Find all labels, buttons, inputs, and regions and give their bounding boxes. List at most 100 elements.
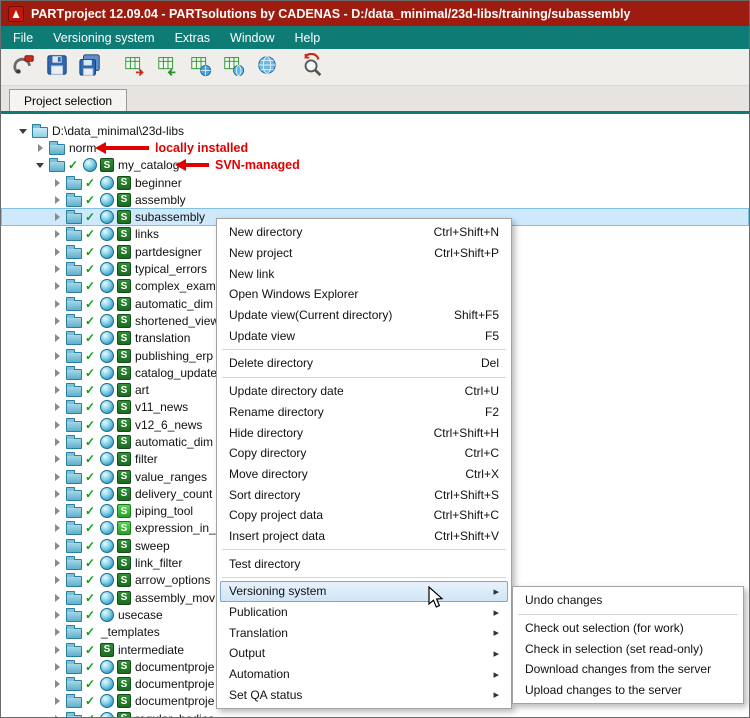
context-menu-item-update-view-current-directory[interactable]: Update view(Current directory) Shift+F5 — [220, 305, 508, 326]
chevron-collapsed-icon[interactable] — [36, 143, 46, 153]
chevron-collapsed-icon[interactable] — [53, 610, 63, 620]
context-menu-item-delete-directory[interactable]: Delete directory Del — [220, 353, 508, 374]
table-web-button[interactable] — [187, 53, 215, 81]
chevron-collapsed-icon[interactable] — [53, 593, 63, 603]
save-all-icon — [78, 53, 102, 82]
check-icon: ✓ — [85, 244, 96, 259]
context-menu-item-automation[interactable]: Automation ▸ — [220, 664, 508, 685]
chevron-collapsed-icon[interactable] — [53, 472, 63, 482]
chevron-collapsed-icon[interactable] — [53, 696, 63, 706]
context-menu-item-update-directory-date[interactable]: Update directory date Ctrl+U — [220, 381, 508, 402]
chevron-collapsed-icon[interactable] — [53, 575, 63, 585]
submenu-item-upload-changes-to-the-server[interactable]: Upload changes to the server — [516, 680, 740, 701]
submenu-item-download-changes-from-the-server[interactable]: Download changes from the server — [516, 659, 740, 680]
chevron-expanded-icon[interactable] — [19, 126, 29, 136]
context-menu-item-new-project[interactable]: New project Ctrl+Shift+P — [220, 243, 508, 264]
chevron-collapsed-icon[interactable] — [53, 714, 63, 717]
context-menu-item-copy-directory[interactable]: Copy directory Ctrl+C — [220, 443, 508, 464]
chevron-collapsed-icon[interactable] — [53, 402, 63, 412]
menu-extras[interactable]: Extras — [165, 26, 220, 49]
context-menu-item-sort-directory[interactable]: Sort directory Ctrl+Shift+S — [220, 484, 508, 505]
tree-item-regular_bodies[interactable]: ✓ Sregular_bodies — [1, 710, 749, 717]
chevron-collapsed-icon[interactable] — [53, 195, 63, 205]
chevron-collapsed-icon[interactable] — [53, 454, 63, 464]
folder-icon — [66, 573, 82, 588]
table-sync-green-button[interactable] — [154, 53, 182, 81]
context-menu-item-publication[interactable]: Publication ▸ — [220, 602, 508, 623]
tree-item-label: art — [135, 383, 150, 398]
globe-icon — [100, 279, 114, 294]
tree-item-d-data_minimal-23d-libs[interactable]: D:\data_minimal\23d-libs — [1, 122, 749, 139]
chevron-collapsed-icon[interactable] — [53, 558, 63, 568]
chevron-collapsed-icon[interactable] — [53, 368, 63, 378]
check-icon: ✓ — [85, 625, 96, 640]
folder-icon — [66, 383, 82, 398]
menu-shortcut: Ctrl+Shift+V — [434, 528, 499, 543]
chevron-collapsed-icon[interactable] — [53, 420, 63, 430]
table-sync-red-button[interactable] — [121, 53, 149, 81]
tree-item-my_catalog[interactable]: ✓ Smy_catalog — [1, 157, 749, 174]
context-menu-item-new-link[interactable]: New link — [220, 263, 508, 284]
chevron-collapsed-icon[interactable] — [53, 523, 63, 533]
save-button[interactable] — [43, 53, 71, 81]
tree-item-beginner[interactable]: ✓ Sbeginner — [1, 174, 749, 191]
chevron-collapsed-icon[interactable] — [53, 247, 63, 257]
search-project-button[interactable] — [298, 52, 326, 81]
context-menu-item-translation[interactable]: Translation ▸ — [220, 622, 508, 643]
chevron-collapsed-icon[interactable] — [53, 541, 63, 551]
chevron-collapsed-icon[interactable] — [53, 662, 63, 672]
context-menu-item-hide-directory[interactable]: Hide directory Ctrl+Shift+H — [220, 422, 508, 443]
chevron-collapsed-icon[interactable] — [53, 679, 63, 689]
menu-help[interactable]: Help — [285, 26, 331, 49]
chevron-collapsed-icon[interactable] — [53, 178, 63, 188]
tree-item-label: beginner — [135, 175, 182, 190]
chevron-collapsed-icon[interactable] — [53, 299, 63, 309]
tree-item-label: shortened_view — [135, 313, 220, 328]
partproject-tool-button[interactable] — [10, 53, 38, 81]
tree-item-label: v11_news — [135, 400, 189, 415]
context-menu-item-test-directory[interactable]: Test directory — [220, 553, 508, 574]
submenu-arrow-icon: ▸ — [493, 647, 499, 660]
folder-icon — [66, 400, 82, 415]
submenu-item-check-out-selection-for-work[interactable]: Check out selection (for work) — [516, 618, 740, 639]
menu-versioning-system[interactable]: Versioning system — [43, 26, 164, 49]
chevron-collapsed-icon[interactable] — [53, 645, 63, 655]
chevron-expanded-icon[interactable] — [36, 160, 46, 170]
chevron-collapsed-icon[interactable] — [53, 385, 63, 395]
tree-item-label: subassembly — [135, 210, 206, 225]
context-menu-item-versioning-system[interactable]: Versioning system ▸ — [220, 581, 508, 602]
chevron-collapsed-icon[interactable] — [53, 437, 63, 447]
chevron-collapsed-icon[interactable] — [53, 264, 63, 274]
chevron-collapsed-icon[interactable] — [53, 506, 63, 516]
context-menu-item-move-directory[interactable]: Move directory Ctrl+X — [220, 464, 508, 485]
menu-window[interactable]: Window — [220, 26, 284, 49]
chevron-collapsed-icon[interactable] — [53, 627, 63, 637]
context-menu-item-output[interactable]: Output ▸ — [220, 643, 508, 664]
tab-project-selection[interactable]: Project selection — [9, 89, 128, 111]
submenu-item-check-in-selection-set-read-only[interactable]: Check in selection (set read-only) — [516, 638, 740, 659]
chevron-collapsed-icon[interactable] — [53, 316, 63, 326]
context-menu-item-update-view[interactable]: Update view F5 — [220, 325, 508, 346]
chevron-collapsed-icon[interactable] — [53, 351, 63, 361]
context-menu-item-copy-project-data[interactable]: Copy project data Ctrl+Shift+C — [220, 505, 508, 526]
menu-file[interactable]: File — [3, 26, 43, 49]
context-menu-item-rename-directory[interactable]: Rename directory F2 — [220, 402, 508, 423]
context-menu-item-insert-project-data[interactable]: Insert project data Ctrl+Shift+V — [220, 526, 508, 547]
save-all-button[interactable] — [76, 53, 104, 81]
chevron-collapsed-icon[interactable] — [53, 333, 63, 343]
chevron-collapsed-icon[interactable] — [53, 489, 63, 499]
menu-shortcut: Ctrl+Shift+H — [433, 425, 499, 440]
context-menu-item-set-qa-status[interactable]: Set QA status ▸ — [220, 684, 508, 705]
table-globe-button[interactable] — [220, 53, 248, 81]
check-icon: ✓ — [85, 504, 96, 519]
chevron-collapsed-icon[interactable] — [53, 281, 63, 291]
context-menu-item-new-directory[interactable]: New directory Ctrl+Shift+N — [220, 222, 508, 243]
chevron-collapsed-icon[interactable] — [53, 229, 63, 239]
tree-item-assembly[interactable]: ✓ Sassembly — [1, 191, 749, 208]
submenu-item-undo-changes[interactable]: Undo changes — [516, 590, 740, 611]
globe-button[interactable] — [253, 53, 281, 81]
chevron-collapsed-icon[interactable] — [53, 212, 63, 222]
tree-item-label: regular_bodies — [134, 712, 214, 717]
menu-shortcut: Ctrl+C — [464, 446, 499, 461]
context-menu-item-open-windows-explorer[interactable]: Open Windows Explorer — [220, 284, 508, 305]
